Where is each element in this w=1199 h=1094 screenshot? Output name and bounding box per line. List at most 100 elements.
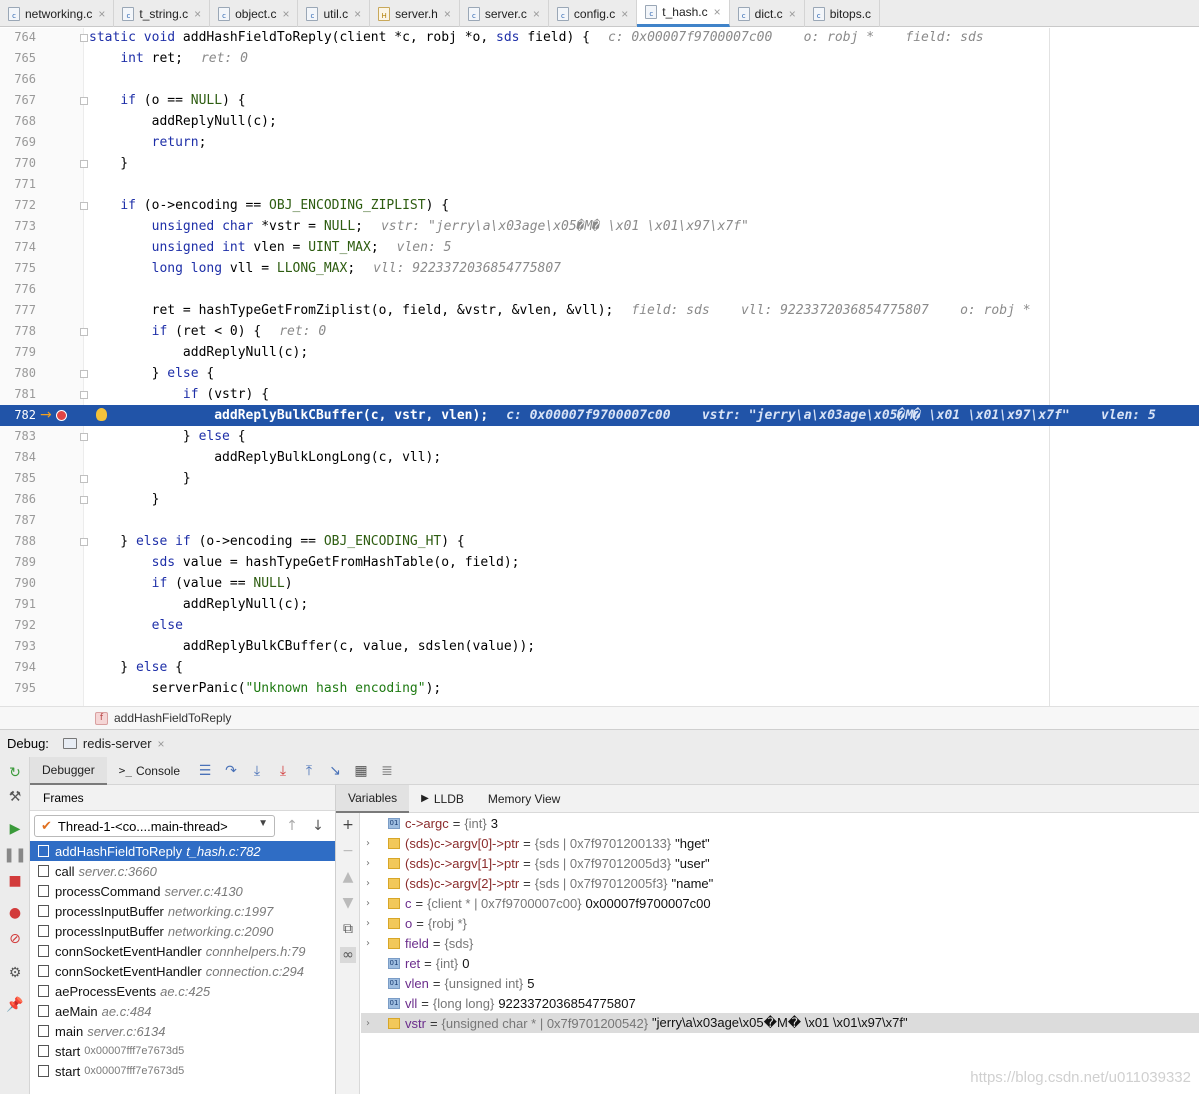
line-number[interactable]: 787: [0, 510, 36, 531]
line-number[interactable]: 770: [0, 153, 36, 174]
code-line[interactable]: 775 long long vll = LLONG_MAX; vll: 92233…: [0, 258, 1199, 279]
step-over-icon[interactable]: ↷: [218, 760, 244, 782]
chevron-right-icon[interactable]: ›: [366, 938, 378, 949]
code-line[interactable]: 792 else: [0, 615, 1199, 636]
line-number[interactable]: 784: [0, 447, 36, 468]
resume-icon[interactable]: ▶: [7, 821, 23, 837]
close-icon[interactable]: ×: [158, 737, 165, 751]
code-line[interactable]: 784 addReplyBulkLongLong(c, vll);: [0, 447, 1199, 468]
fold-marker-icon[interactable]: [80, 160, 88, 168]
arrow-up-icon[interactable]: ↑: [279, 815, 305, 837]
close-icon[interactable]: ×: [789, 7, 796, 21]
debug-session-tab[interactable]: redis-server ×: [62, 736, 165, 751]
frame-row[interactable]: addHashFieldToReply t_hash.c:782: [30, 841, 335, 861]
tab-t_string-c[interactable]: c t_string.c ×: [114, 0, 211, 27]
variable-row[interactable]: › (sds)c->argv[1]->ptr = {sds | 0x7f9701200…: [361, 853, 1199, 873]
variable-row[interactable]: 01 vll = {long long} 9223372036854775807: [361, 993, 1199, 1013]
close-icon[interactable]: ×: [98, 7, 105, 21]
breakpoint-icon[interactable]: [56, 410, 67, 421]
code-line[interactable]: 769 return;: [0, 132, 1199, 153]
tab-util-c[interactable]: c util.c ×: [298, 0, 371, 27]
tab-t_hash-c[interactable]: c t_hash.c ×: [637, 0, 730, 27]
code-line[interactable]: 764 static void addHashFieldToReply(clien…: [0, 28, 1199, 48]
code-line[interactable]: 773 unsigned char *vstr = NULL; vstr: "je…: [0, 216, 1199, 237]
code-line[interactable]: 787: [0, 510, 1199, 531]
close-icon[interactable]: ×: [194, 7, 201, 21]
variable-row[interactable]: › field = {sds}: [361, 933, 1199, 953]
tab-object-c[interactable]: c object.c ×: [210, 0, 299, 27]
frame-row[interactable]: start 0x00007fff7e7673d5: [30, 1061, 335, 1081]
mute-breakpoints-icon[interactable]: ⊘: [7, 931, 23, 947]
variable-row[interactable]: › (sds)c->argv[2]->ptr = {sds | 0x7f9701200…: [361, 873, 1199, 893]
line-number[interactable]: 792: [0, 615, 36, 636]
code-line[interactable]: 766: [0, 69, 1199, 90]
variable-row[interactable]: 01 ret = {int} 0: [361, 953, 1199, 973]
chevron-right-icon[interactable]: ›: [366, 1018, 378, 1029]
tab-dict-c[interactable]: c dict.c ×: [730, 0, 805, 27]
line-number[interactable]: 794: [0, 657, 36, 678]
code-line[interactable]: 770 }: [0, 153, 1199, 174]
variable-row[interactable]: › vstr = {unsigned char * | 0x7f9701200542}…: [361, 1013, 1199, 1033]
frame-row[interactable]: connSocketEventHandler connhelpers.h:79: [30, 941, 335, 961]
line-number[interactable]: 788: [0, 531, 36, 552]
tab-variables[interactable]: Variables: [336, 784, 410, 813]
fold-marker-icon[interactable]: [80, 34, 88, 42]
line-number[interactable]: 764: [0, 28, 36, 48]
fold-marker-icon[interactable]: [80, 97, 88, 105]
frame-row[interactable]: processInputBuffer networking.c:2090: [30, 921, 335, 941]
tab-memory-view[interactable]: Memory View: [476, 785, 572, 813]
rerun-icon[interactable]: ↻: [7, 765, 23, 781]
line-number[interactable]: 790: [0, 573, 36, 594]
code-line[interactable]: 789 sds value = hashTypeGetFromHashTable…: [0, 552, 1199, 573]
code-line[interactable]: 777 ret = hashTypeGetFromZiplist(o, fiel…: [0, 300, 1199, 321]
run-to-cursor-icon[interactable]: ↘: [322, 760, 348, 782]
force-step-into-icon[interactable]: ⤓: [270, 760, 296, 782]
code-line[interactable]: 776: [0, 279, 1199, 300]
code-line[interactable]: 785 }: [0, 468, 1199, 489]
variable-row[interactable]: › (sds)c->argv[0]->ptr = {sds | 0x7f9701200…: [361, 833, 1199, 853]
arrow-down-icon[interactable]: ↓: [305, 815, 331, 837]
line-number[interactable]: 774: [0, 237, 36, 258]
tab-networking-c[interactable]: c networking.c ×: [0, 0, 115, 27]
wrench-icon[interactable]: ⚒: [7, 789, 23, 805]
variable-row[interactable]: › o = {robj *}: [361, 913, 1199, 933]
line-number[interactable]: 779: [0, 342, 36, 363]
down-icon[interactable]: ▼: [340, 895, 356, 911]
pin-icon[interactable]: 📌: [6, 997, 23, 1013]
chevron-right-icon[interactable]: ›: [366, 918, 378, 929]
line-number[interactable]: 777: [0, 300, 36, 321]
step-out-icon[interactable]: ⤒: [296, 760, 322, 782]
close-icon[interactable]: ×: [354, 7, 361, 21]
code-line[interactable]: 778 if (ret < 0) {ret: 0: [0, 321, 1199, 342]
code-line[interactable]: 786 }: [0, 489, 1199, 510]
tab-console[interactable]: >_ Console: [107, 757, 192, 785]
line-number[interactable]: 778: [0, 321, 36, 342]
line-number[interactable]: 781: [0, 384, 36, 405]
line-number[interactable]: 780: [0, 363, 36, 384]
tab-bitops-c[interactable]: c bitops.c: [805, 0, 881, 27]
copy-icon[interactable]: ⧉: [340, 921, 356, 937]
line-number[interactable]: 768: [0, 111, 36, 132]
trace-icon[interactable]: ≣: [374, 760, 400, 782]
line-number[interactable]: 795: [0, 678, 36, 699]
line-number[interactable]: 791: [0, 594, 36, 615]
chevron-right-icon[interactable]: ›: [366, 878, 378, 889]
frame-row[interactable]: connSocketEventHandler connection.c:294: [30, 961, 335, 981]
close-icon[interactable]: ×: [444, 7, 451, 21]
fold-marker-icon[interactable]: [80, 475, 88, 483]
close-icon[interactable]: ×: [282, 7, 289, 21]
frame-row[interactable]: aeProcessEvents ae.c:425: [30, 981, 335, 1001]
line-number[interactable]: 769: [0, 132, 36, 153]
fold-marker-icon[interactable]: [80, 370, 88, 378]
code-line[interactable]: 774 unsigned int vlen = UINT_MAX; vlen: 5: [0, 237, 1199, 258]
code-line[interactable]: 767 if (o == NULL) {: [0, 90, 1199, 111]
frame-row[interactable]: main server.c:6134: [30, 1021, 335, 1041]
plus-icon[interactable]: +: [340, 817, 356, 833]
code-line[interactable]: 794 } else {: [0, 657, 1199, 678]
code-line[interactable]: 768 addReplyNull(c);: [0, 111, 1199, 132]
tab-debugger[interactable]: Debugger: [30, 756, 107, 785]
line-number[interactable]: 775: [0, 258, 36, 279]
code-line[interactable]: 771: [0, 174, 1199, 195]
minus-icon[interactable]: −: [340, 843, 356, 859]
thread-select[interactable]: ✔ Thread-1-<co....main-thread> ▼: [34, 815, 275, 837]
